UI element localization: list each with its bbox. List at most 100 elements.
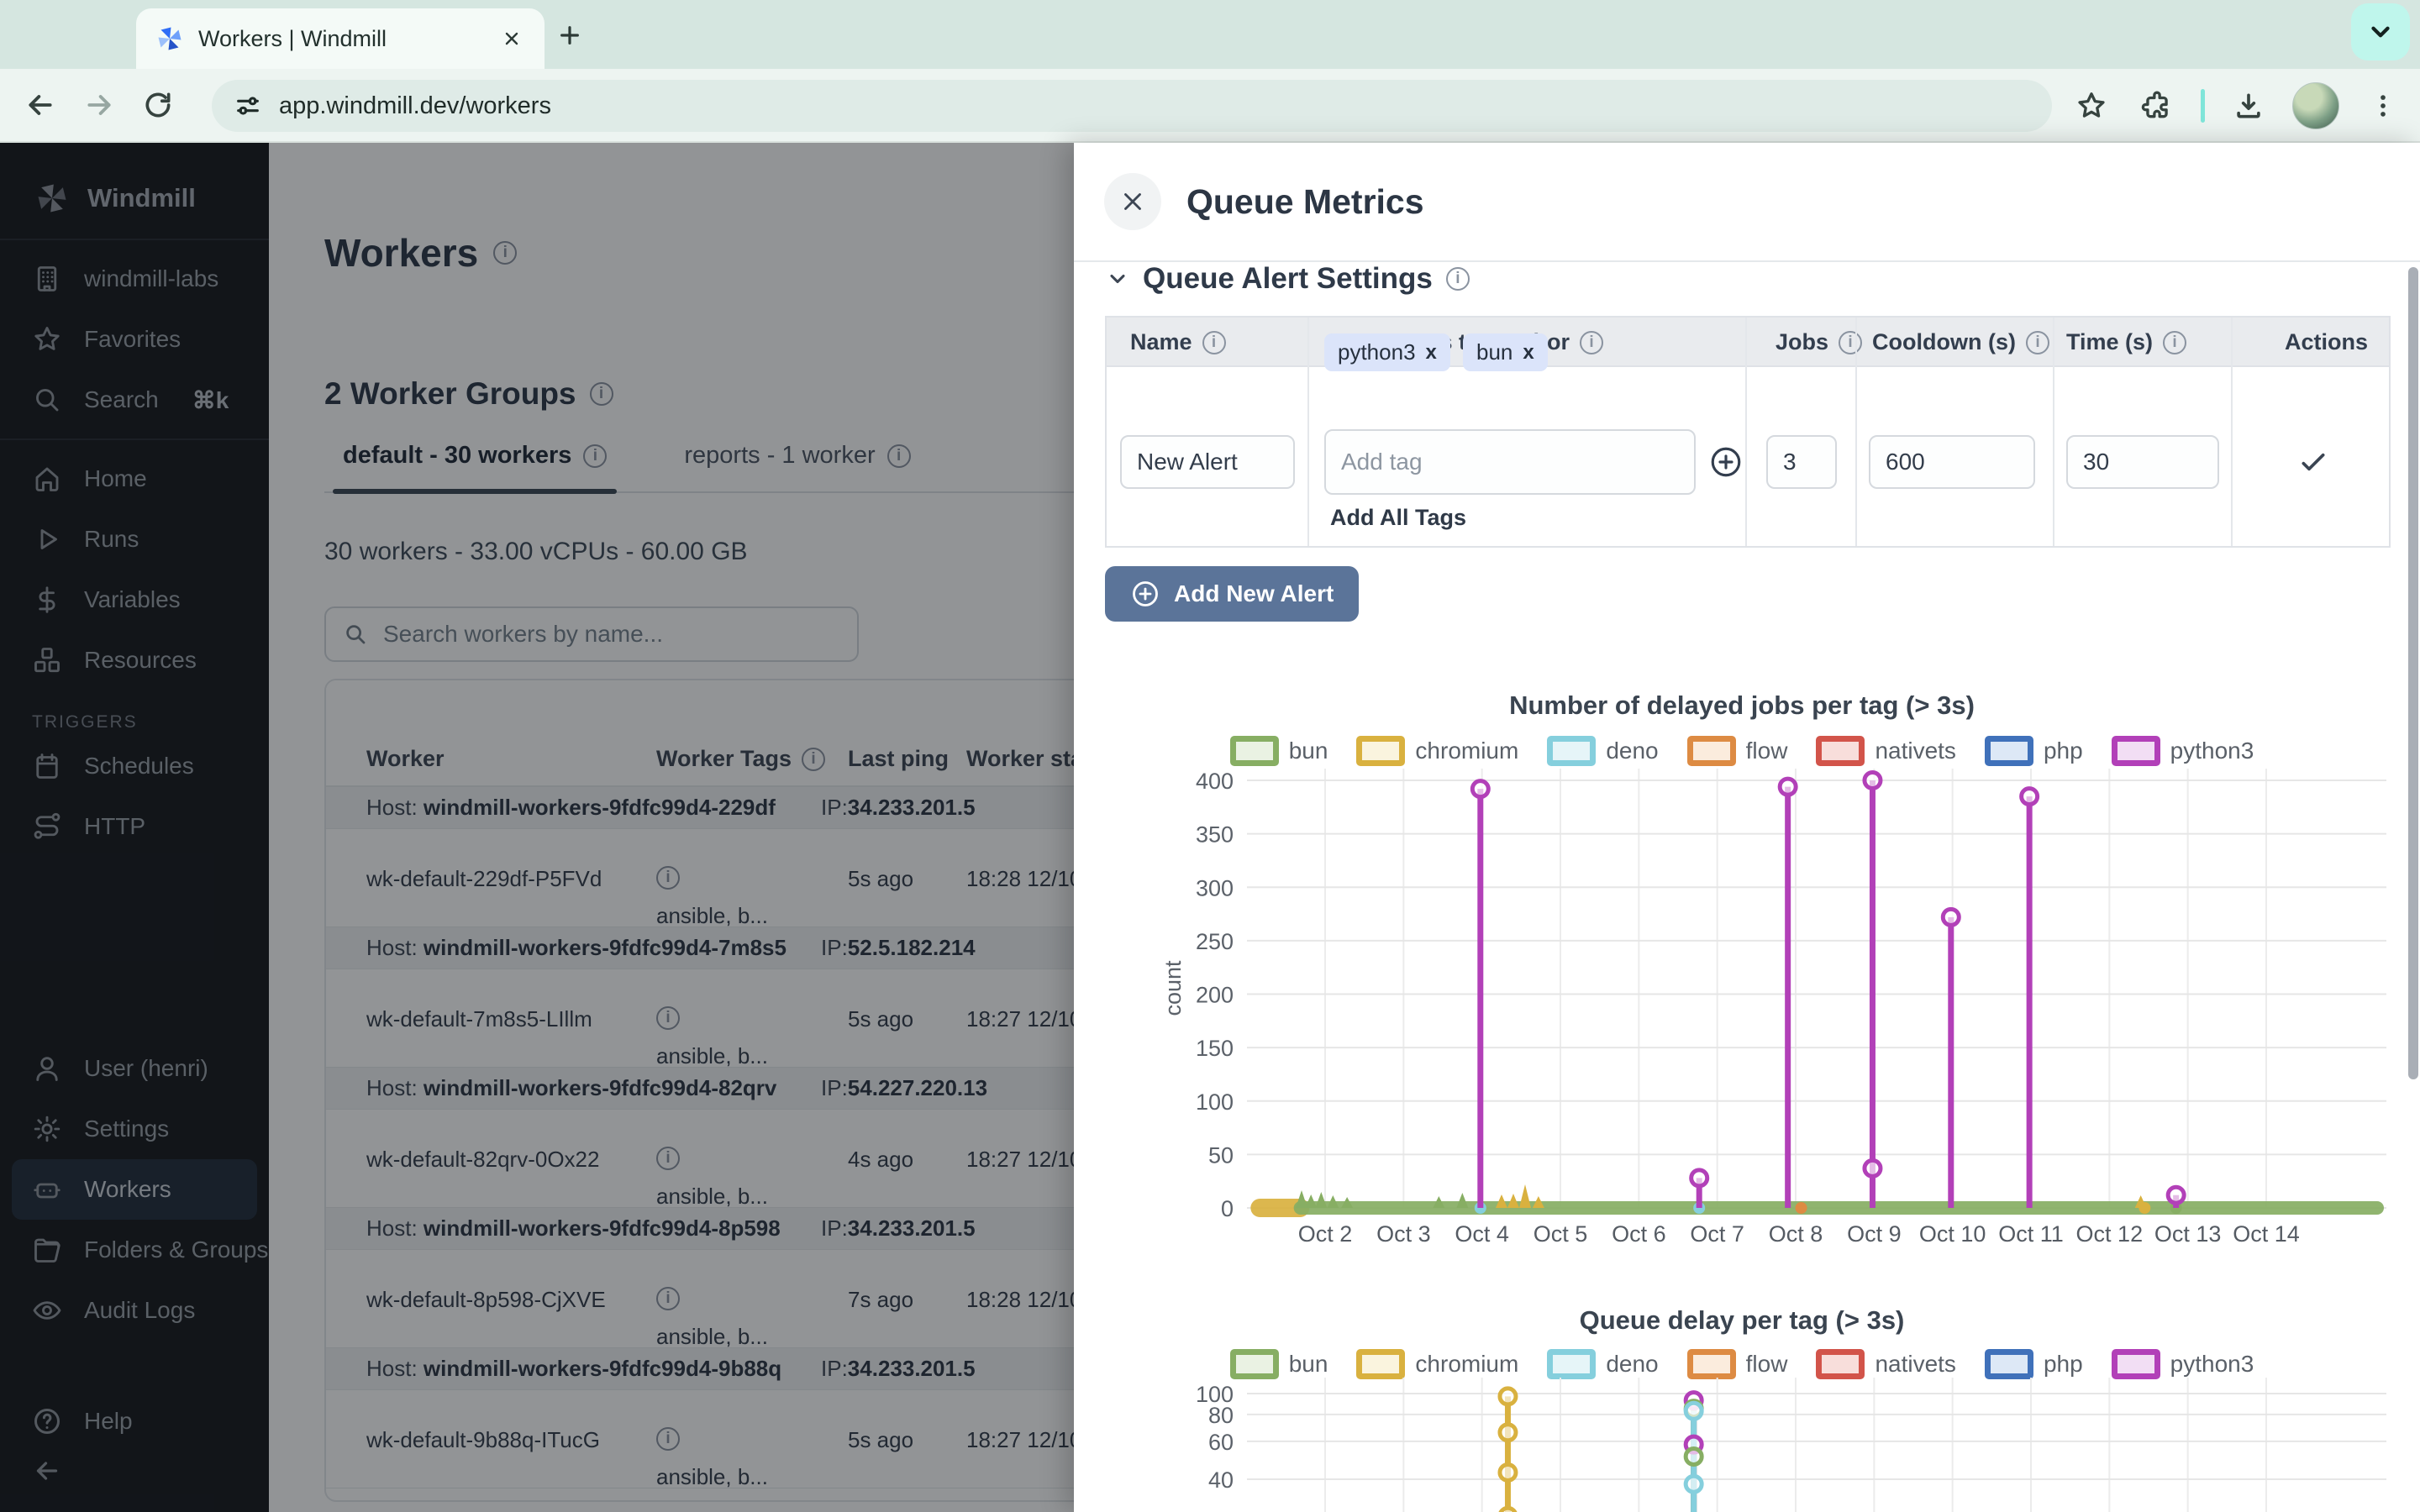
svg-text:40: 40: [1208, 1467, 1234, 1493]
browser-tab-strip: Workers | Windmill: [0, 0, 2420, 69]
legend-label: bun: [1289, 1351, 1328, 1378]
svg-text:Oct 6: Oct 6: [1612, 1221, 1666, 1247]
remove-tag-icon[interactable]: x: [1426, 341, 1437, 365]
legend-swatch: [1985, 1349, 2033, 1379]
legend-php[interactable]: php: [1985, 1349, 2083, 1379]
tag-label: python3: [1338, 339, 1416, 365]
legend-label: flow: [1746, 1351, 1788, 1378]
info-icon[interactable]: [1580, 331, 1603, 354]
alert-column-header: Time (s): [2066, 329, 2186, 355]
legend-bun[interactable]: bun: [1230, 1349, 1328, 1379]
legend-label: chromium: [1415, 1351, 1518, 1378]
chart-queue-delay-legend: bun chromium deno flow nativets php python3: [1074, 1349, 2410, 1379]
browser-toolbar: app.windmill.dev/workers: [0, 69, 2420, 143]
legend-swatch: [1547, 1349, 1596, 1379]
svg-text:400: 400: [1196, 769, 1234, 794]
windmill-favicon-icon: [155, 24, 185, 54]
tag-pill-python3: python3 x: [1324, 333, 1450, 371]
tab-search-chevron-icon[interactable]: [2351, 3, 2410, 60]
legend-label: python3: [2170, 1351, 2254, 1378]
alert-column-header: Cooldown (s): [1872, 329, 2049, 355]
remove-tag-icon[interactable]: x: [1523, 341, 1534, 365]
extensions-icon[interactable]: [2135, 84, 2179, 128]
tab-title: Workers | Windmill: [198, 26, 484, 52]
alert-settings-table: NameQueue Tags to MonitorJobsCooldown (s…: [1105, 316, 2391, 548]
legend-label: deno: [1606, 1351, 1658, 1378]
browser-tab[interactable]: Workers | Windmill: [136, 8, 544, 69]
svg-text:Oct 9: Oct 9: [1847, 1221, 1902, 1247]
info-icon[interactable]: [2026, 331, 2049, 354]
chart-queue-delay-title: Queue delay per tag (> 3s): [1074, 1305, 2410, 1336]
toolbar-separator: [2201, 89, 2205, 123]
svg-text:Oct 8: Oct 8: [1769, 1221, 1823, 1247]
svg-text:Oct 12: Oct 12: [2076, 1221, 2144, 1247]
chart-queue-delay: 100806040: [1074, 1378, 2420, 1512]
alert-column-header: Actions: [2285, 329, 2368, 355]
modal-overlay[interactable]: [0, 143, 1074, 1512]
column-divider: [1307, 318, 1309, 546]
drawer-scrollbar[interactable]: [2408, 267, 2418, 1079]
info-icon[interactable]: [1839, 331, 1862, 354]
legend-label: php: [2044, 1351, 2083, 1378]
legend-python3[interactable]: python3: [2112, 1349, 2254, 1379]
svg-text:Oct 14: Oct 14: [2233, 1221, 2300, 1247]
legend-swatch: [1356, 1349, 1405, 1379]
url-bar[interactable]: app.windmill.dev/workers: [212, 80, 2052, 132]
bookmark-star-icon[interactable]: [2070, 84, 2113, 128]
close-icon[interactable]: [1104, 173, 1161, 230]
svg-text:Oct 11: Oct 11: [1998, 1221, 2064, 1247]
svg-text:250: 250: [1196, 929, 1234, 954]
jobs-input[interactable]: [1766, 435, 1837, 489]
svg-text:200: 200: [1196, 983, 1234, 1008]
time-input[interactable]: [2066, 435, 2219, 489]
legend-deno[interactable]: deno: [1547, 1349, 1658, 1379]
profile-avatar[interactable]: [2292, 82, 2339, 129]
reload-icon[interactable]: [136, 83, 180, 127]
confirm-check-icon[interactable]: [2296, 445, 2330, 479]
legend-swatch: [1230, 1349, 1279, 1379]
forward-icon[interactable]: [77, 83, 121, 127]
add-tag-plus-icon[interactable]: [1708, 444, 1744, 480]
legend-flow[interactable]: flow: [1687, 1349, 1788, 1379]
svg-text:Oct 2: Oct 2: [1298, 1221, 1353, 1247]
legend-label: nativets: [1875, 1351, 1956, 1378]
svg-text:300: 300: [1196, 875, 1234, 900]
svg-text:Oct 13: Oct 13: [2154, 1221, 2222, 1247]
add-all-tags-link[interactable]: Add All Tags: [1330, 505, 1466, 531]
svg-text:350: 350: [1196, 822, 1234, 848]
alert-table-header: NameQueue Tags to MonitorJobsCooldown (s…: [1107, 318, 2389, 367]
svg-text:80: 80: [1208, 1403, 1234, 1428]
column-divider: [2231, 318, 2233, 546]
menu-kebab-icon[interactable]: [2361, 84, 2405, 128]
drawer-title: Queue Metrics: [1186, 182, 1424, 222]
back-icon[interactable]: [18, 83, 62, 127]
legend-chromium[interactable]: chromium: [1356, 1349, 1518, 1379]
legend-swatch: [1816, 1349, 1865, 1379]
tag-label: bun: [1476, 339, 1512, 365]
queue-alert-settings-toggle[interactable]: Queue Alert Settings: [1106, 262, 1470, 296]
chevron-down-icon: [1106, 267, 1129, 291]
tab-close-icon[interactable]: [497, 24, 526, 53]
alert-column-header: Jobs: [1776, 329, 1862, 355]
info-icon[interactable]: [1446, 267, 1470, 291]
svg-text:Oct 4: Oct 4: [1455, 1221, 1509, 1247]
downloads-icon[interactable]: [2227, 84, 2270, 128]
add-new-alert-button[interactable]: Add New Alert: [1105, 566, 1359, 622]
section-title: Queue Alert Settings: [1143, 262, 1433, 296]
cooldown-input[interactable]: [1869, 435, 2035, 489]
column-divider: [1855, 318, 1857, 546]
info-icon[interactable]: [2163, 331, 2186, 354]
new-tab-icon[interactable]: [553, 18, 587, 52]
svg-text:Oct 5: Oct 5: [1534, 1221, 1588, 1247]
legend-swatch: [2112, 1349, 2160, 1379]
alert-name-input[interactable]: [1120, 435, 1295, 489]
legend-nativets[interactable]: nativets: [1816, 1349, 1956, 1379]
svg-text:Oct 3: Oct 3: [1376, 1221, 1431, 1247]
add-tag-input[interactable]: [1324, 429, 1696, 495]
queue-metrics-drawer: Queue Metrics Queue Alert Settings NameQ…: [1074, 143, 2420, 1512]
site-settings-icon[interactable]: [234, 92, 262, 120]
column-divider: [1745, 318, 1747, 546]
drawer-header: Queue Metrics: [1074, 143, 2420, 262]
tag-pill-bun: bun x: [1463, 333, 1548, 371]
info-icon[interactable]: [1202, 331, 1226, 354]
